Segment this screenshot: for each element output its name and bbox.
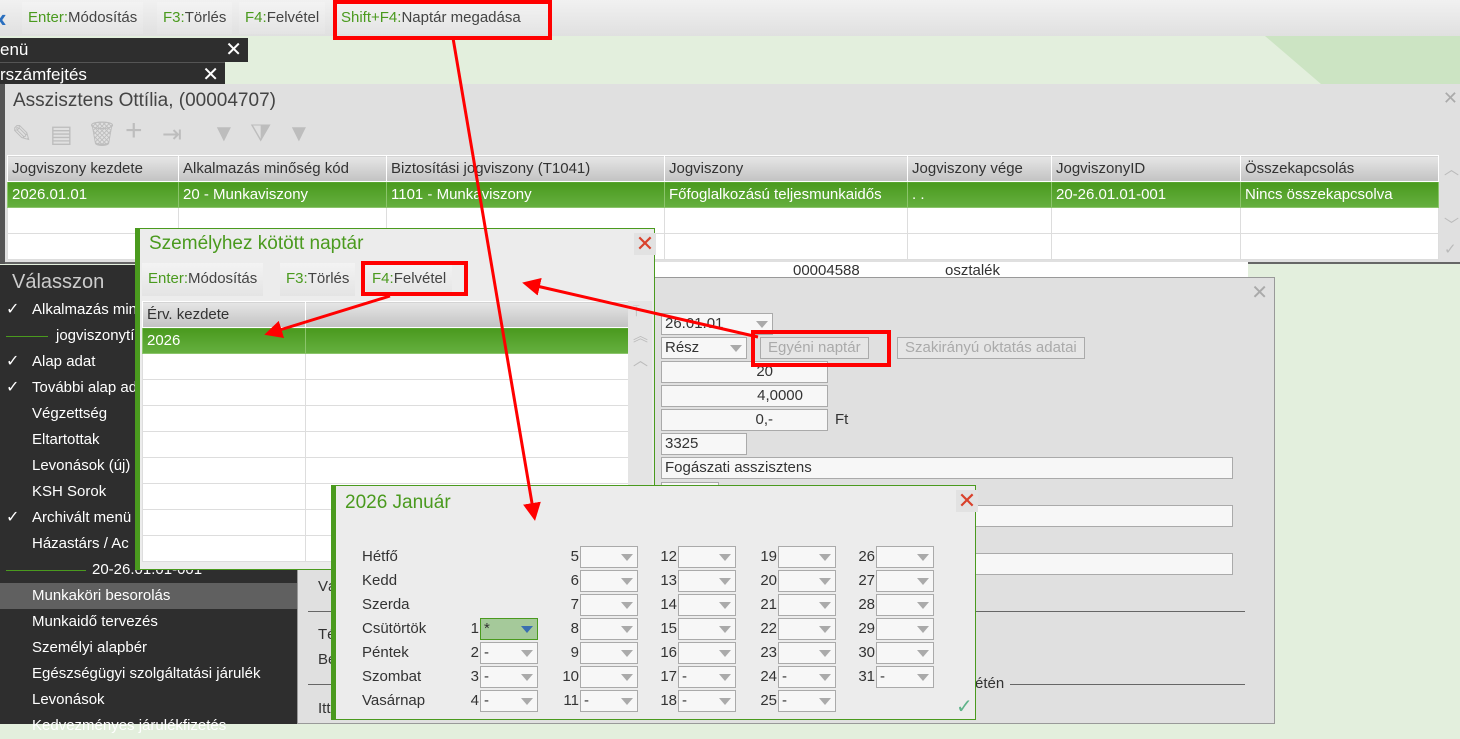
arrow <box>451 37 541 521</box>
annotation-arrows <box>264 37 759 521</box>
arrow <box>264 294 391 339</box>
arrow <box>522 277 759 339</box>
